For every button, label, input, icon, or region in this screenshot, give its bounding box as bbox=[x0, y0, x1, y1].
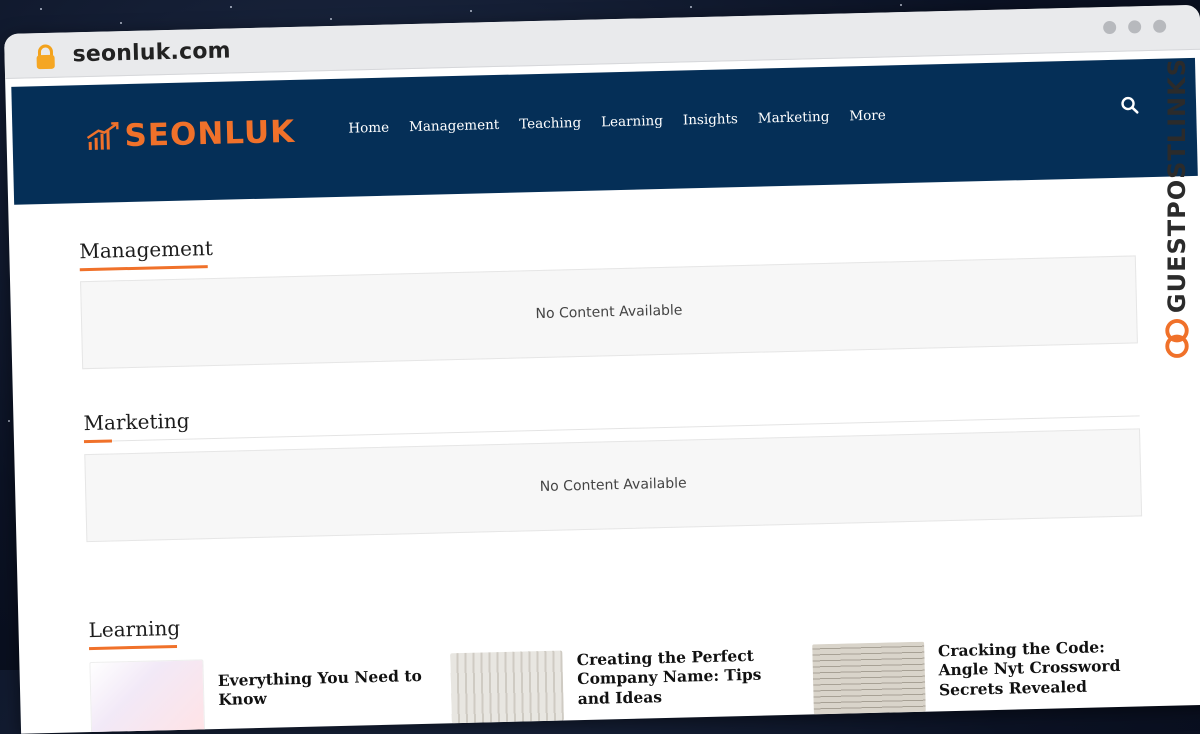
lock-icon bbox=[36, 44, 55, 70]
article-list: Everything You Need to Know Creating the… bbox=[89, 636, 1147, 734]
marketing-section: Marketing No Content Available bbox=[83, 385, 1143, 543]
window-controls bbox=[1103, 19, 1167, 35]
empty-state-box: No Content Available bbox=[80, 255, 1138, 370]
section-title[interactable]: Learning bbox=[88, 616, 180, 642]
section-title[interactable]: Management bbox=[79, 236, 213, 263]
logo-text: SEONLUK bbox=[124, 113, 296, 155]
nav-item-management[interactable]: Management bbox=[409, 117, 500, 135]
search-icon[interactable] bbox=[1120, 95, 1140, 115]
site-logo[interactable]: SEONLUK bbox=[86, 113, 296, 155]
learning-section: Learning Everything You Need to Know Cre… bbox=[88, 592, 1147, 734]
watermark: GUESTPOSTLINKS bbox=[1160, 58, 1194, 358]
article-title[interactable]: Cracking the Code: Angle Nyt Crossword S… bbox=[938, 636, 1147, 713]
empty-state-box: No Content Available bbox=[84, 428, 1143, 543]
article-card[interactable]: Everything You Need to Know bbox=[89, 654, 424, 734]
article-thumbnail[interactable] bbox=[811, 641, 926, 715]
watermark-text: GUESTPOSTLINKS bbox=[1163, 58, 1191, 314]
nav-item-teaching[interactable]: Teaching bbox=[519, 115, 581, 133]
main-content: Management No Content Available Marketin… bbox=[14, 176, 1200, 734]
window-dot-icon[interactable] bbox=[1152, 19, 1167, 33]
empty-state-text: No Content Available bbox=[535, 302, 683, 323]
growth-chart-icon bbox=[86, 122, 119, 150]
article-card[interactable]: Creating the Perfect Company Name: Tips … bbox=[450, 645, 786, 725]
section-underline bbox=[79, 265, 208, 272]
web-page: SEONLUK Home Management Teaching Learnin… bbox=[5, 57, 1200, 734]
article-title[interactable]: Everything You Need to Know bbox=[217, 654, 424, 731]
nav-item-marketing[interactable]: Marketing bbox=[758, 109, 830, 127]
nav-item-home[interactable]: Home bbox=[348, 120, 389, 137]
section-underline bbox=[83, 439, 113, 444]
nav-item-more[interactable]: More bbox=[849, 107, 886, 124]
article-card[interactable]: Cracking the Code: Angle Nyt Crossword S… bbox=[811, 636, 1147, 716]
management-section: Management No Content Available bbox=[79, 213, 1138, 370]
address-bar-url[interactable]: seonluk.com bbox=[72, 38, 231, 67]
browser-window: seonluk.com SEONLUK Home Management Teac… bbox=[4, 4, 1200, 734]
section-underline bbox=[89, 644, 178, 651]
nav-item-insights[interactable]: Insights bbox=[683, 111, 738, 128]
link-icon bbox=[1165, 319, 1189, 358]
article-title[interactable]: Creating the Perfect Company Name: Tips … bbox=[577, 645, 786, 722]
section-title[interactable]: Marketing bbox=[83, 409, 190, 436]
article-thumbnail[interactable] bbox=[89, 659, 206, 734]
empty-state-text: No Content Available bbox=[539, 475, 687, 496]
main-nav: Home Management Teaching Learning Insigh… bbox=[348, 107, 886, 136]
article-thumbnail[interactable] bbox=[450, 650, 565, 724]
window-dot-icon[interactable] bbox=[1128, 20, 1142, 34]
nav-item-learning[interactable]: Learning bbox=[601, 113, 663, 131]
window-dot-icon[interactable] bbox=[1103, 20, 1117, 35]
